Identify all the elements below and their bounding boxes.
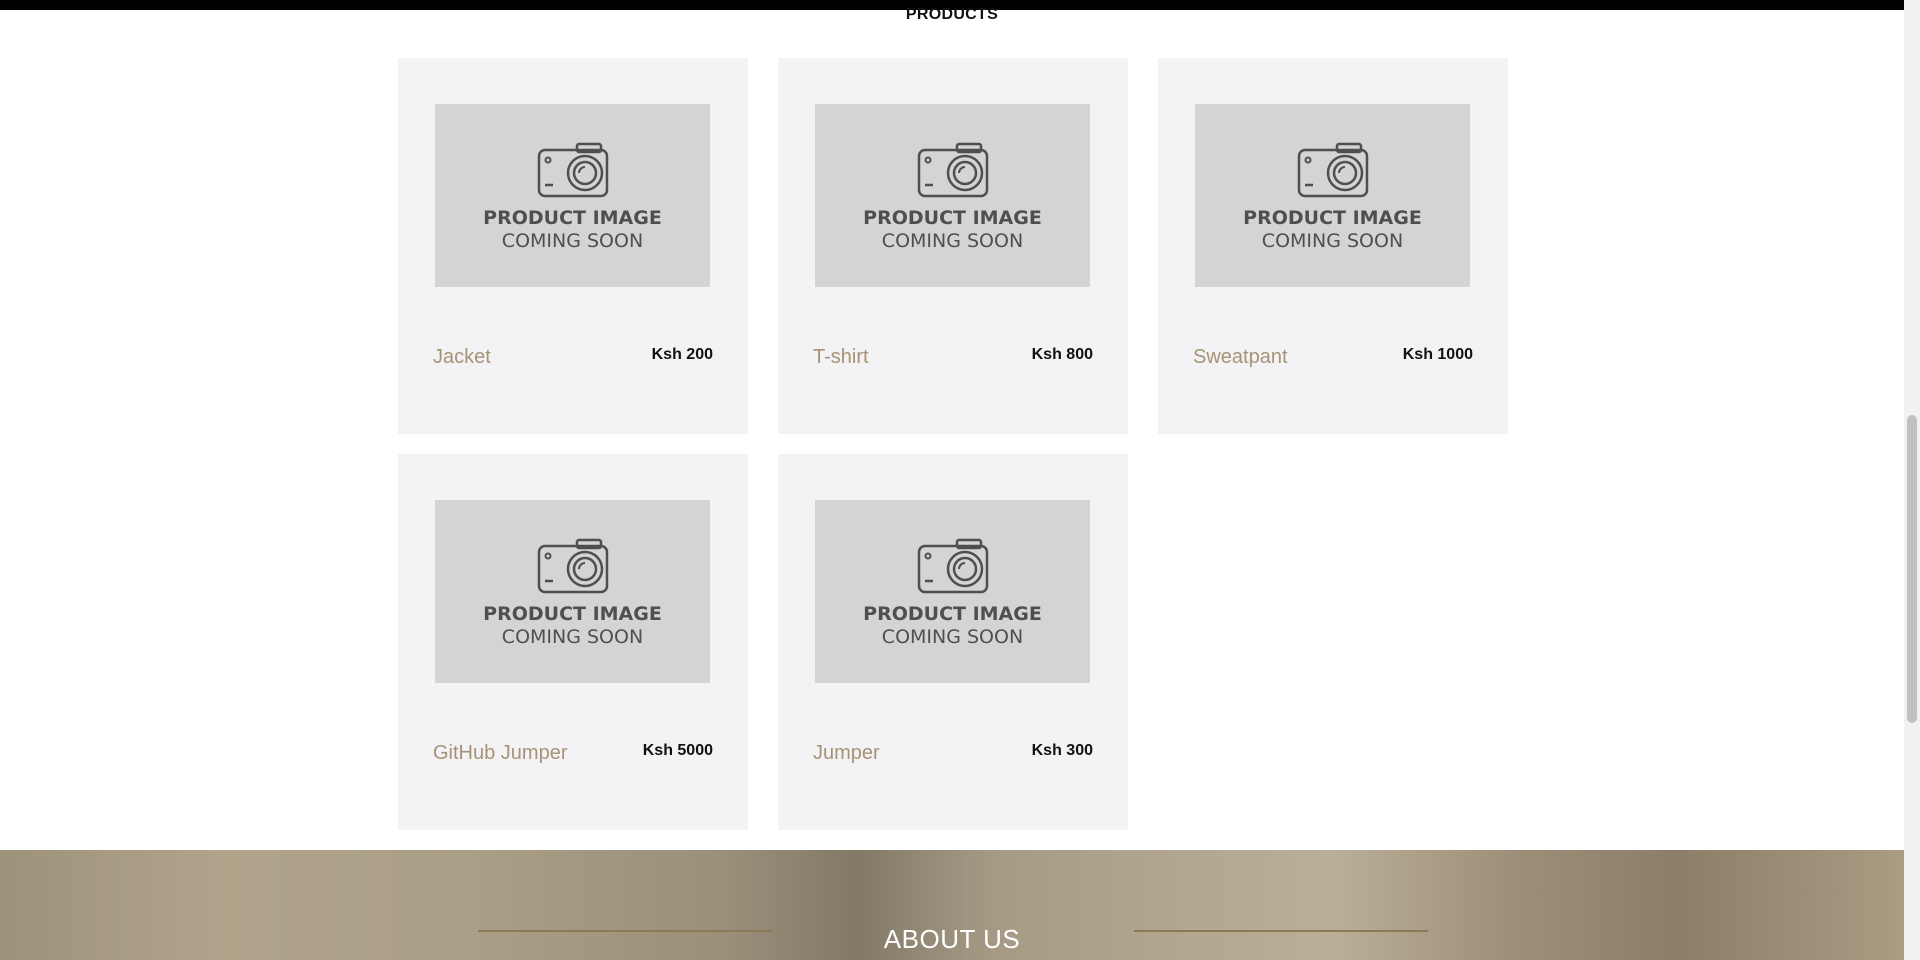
camera-icon	[1297, 142, 1369, 198]
product-card[interactable]: PRODUCT IMAGE COMING SOON Jacket Ksh 200	[398, 58, 748, 434]
product-name[interactable]: T-shirt	[813, 346, 869, 369]
about-title: ABOUT US	[883, 924, 1021, 954]
product-price: Ksh 1000	[1402, 346, 1473, 363]
section-title: PRODUCTS	[905, 6, 999, 23]
product-card[interactable]: PRODUCT IMAGE COMING SOON GitHub Jumper …	[398, 454, 748, 830]
product-name[interactable]: Sweatpant	[1193, 346, 1288, 369]
placeholder-title: PRODUCT IMAGE	[483, 603, 662, 625]
product-name[interactable]: GitHub Jumper	[433, 742, 568, 765]
product-price: Ksh 800	[1031, 346, 1093, 363]
placeholder-title: PRODUCT IMAGE	[483, 207, 662, 229]
placeholder-subtitle: COMING SOON	[881, 626, 1024, 648]
placeholder-subtitle: COMING SOON	[501, 626, 644, 648]
product-price: Ksh 5000	[642, 742, 713, 759]
product-name[interactable]: Jumper	[813, 742, 880, 765]
placeholder-title: PRODUCT IMAGE	[863, 207, 1042, 229]
product-card[interactable]: PRODUCT IMAGE COMING SOON Jumper Ksh 300	[778, 454, 1128, 830]
placeholder-title: PRODUCT IMAGE	[863, 603, 1042, 625]
scrollbar-thumb[interactable]	[1907, 415, 1917, 723]
product-name[interactable]: Jacket	[433, 346, 491, 369]
camera-icon	[537, 538, 609, 594]
placeholder-subtitle: COMING SOON	[501, 230, 644, 252]
about-section: ABOUT US	[0, 850, 1904, 960]
product-image-placeholder: PRODUCT IMAGE COMING SOON	[1195, 104, 1470, 287]
product-image-placeholder: PRODUCT IMAGE COMING SOON	[815, 104, 1090, 287]
product-image-placeholder: PRODUCT IMAGE COMING SOON	[435, 500, 710, 683]
placeholder-title: PRODUCT IMAGE	[1243, 207, 1422, 229]
product-image-placeholder: PRODUCT IMAGE COMING SOON	[435, 104, 710, 287]
product-price: Ksh 300	[1031, 742, 1093, 759]
product-card[interactable]: PRODUCT IMAGE COMING SOON Sweatpant Ksh …	[1158, 58, 1508, 434]
camera-icon	[917, 538, 989, 594]
product-grid: PRODUCT IMAGE COMING SOON Jacket Ksh 200…	[398, 58, 1508, 830]
camera-icon	[917, 142, 989, 198]
product-card[interactable]: PRODUCT IMAGE COMING SOON T-shirt Ksh 80…	[778, 58, 1128, 434]
page-scrollbar[interactable]	[1904, 0, 1920, 960]
camera-icon	[537, 142, 609, 198]
product-price: Ksh 200	[651, 346, 713, 363]
placeholder-subtitle: COMING SOON	[881, 230, 1024, 252]
product-image-placeholder: PRODUCT IMAGE COMING SOON	[815, 500, 1090, 683]
placeholder-subtitle: COMING SOON	[1261, 230, 1404, 252]
